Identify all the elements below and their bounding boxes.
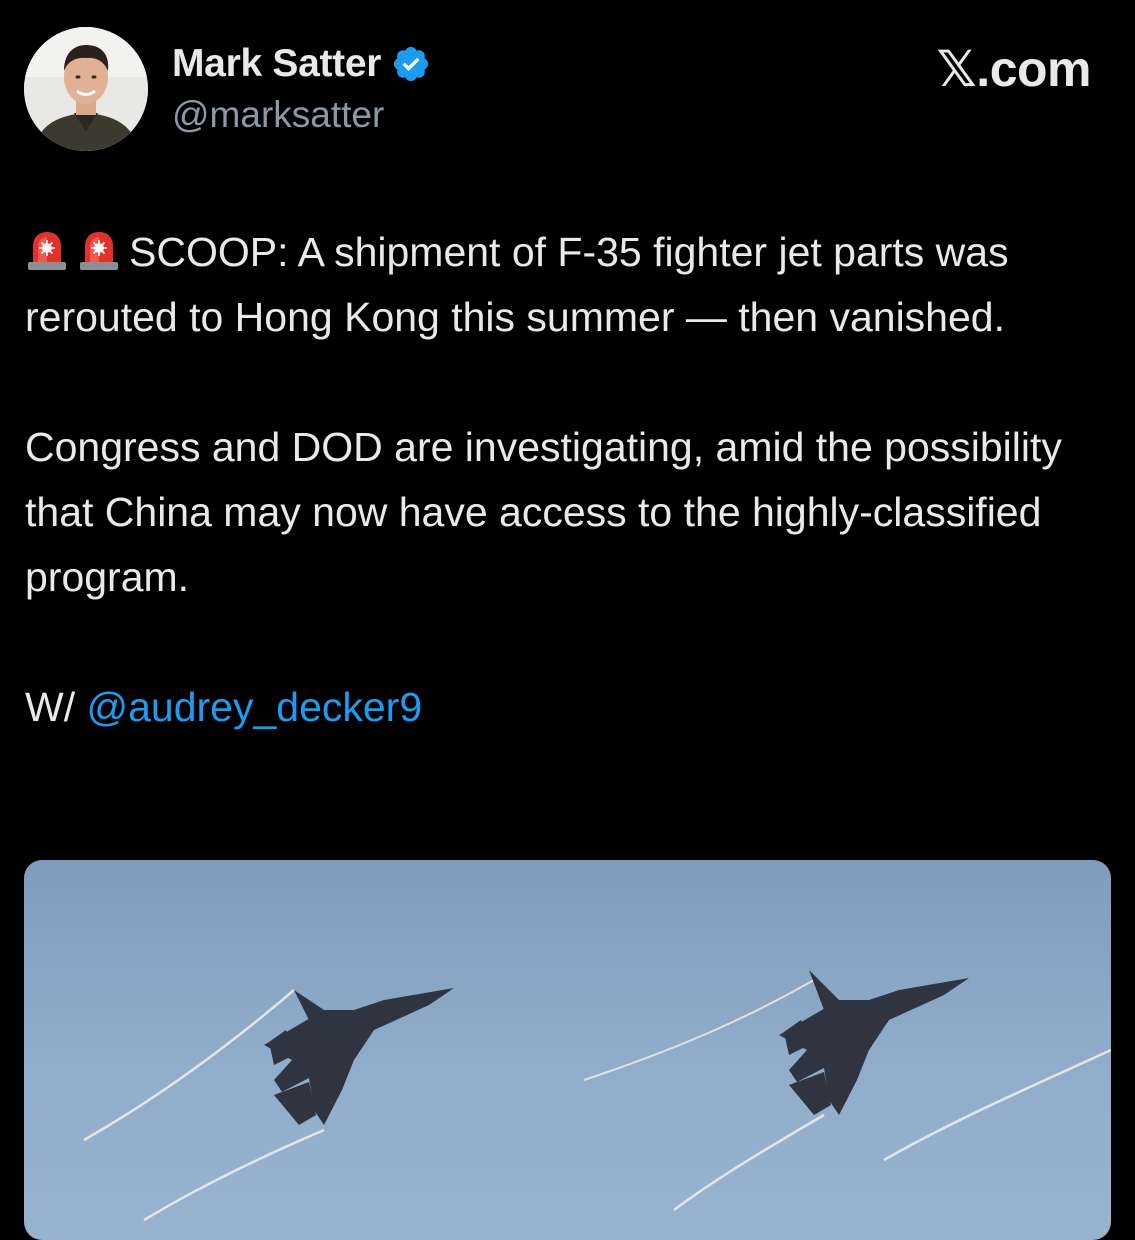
tweet-paragraph-1: SCOOP: A shipment of F-35 fighter jet pa… — [25, 220, 1110, 350]
author-display-name[interactable]: Mark Satter — [172, 42, 381, 86]
fighter-jets-photo-icon — [83, 970, 1111, 1222]
avatar[interactable] — [24, 27, 148, 151]
tweet-paragraph-2: Congress and DOD are investigating, amid… — [25, 424, 1062, 600]
fighter-jet-right — [779, 970, 969, 1115]
profile-photo-icon — [24, 27, 148, 151]
verified-badge-icon[interactable] — [391, 44, 431, 84]
police-car-light-icon — [80, 232, 118, 270]
tweet-paragraph-3: W/ @audrey_decker9 — [25, 675, 1110, 740]
tweet-text: SCOOP: A shipment of F-35 fighter jet pa… — [25, 220, 1110, 740]
tweet-media[interactable] — [24, 860, 1111, 1240]
with-prefix: W/ — [25, 684, 87, 730]
author-name-row: Mark Satter — [172, 38, 431, 90]
mention-link[interactable]: @audrey_decker9 — [86, 684, 422, 730]
tweet-line-1: SCOOP: A shipment of F-35 fighter jet pa… — [25, 229, 1009, 340]
police-car-light-icon — [28, 232, 66, 270]
author-handle[interactable]: @marksatter — [172, 94, 384, 136]
x-com-logo: 𝕏.com — [936, 41, 1092, 97]
fighter-jet-left — [264, 988, 454, 1125]
